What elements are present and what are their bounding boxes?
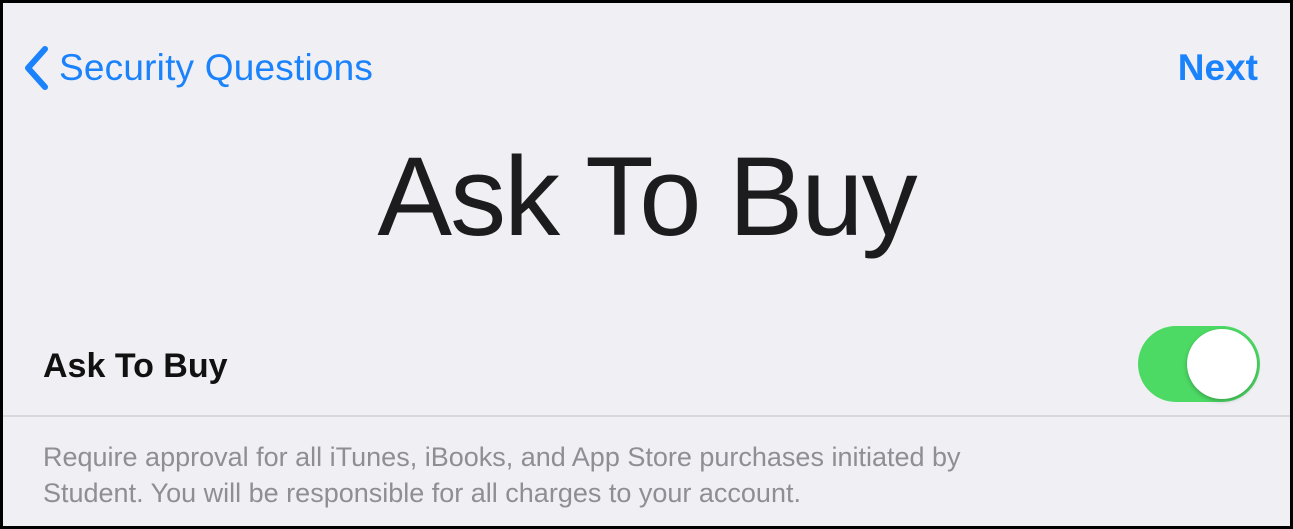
screen: Security Questions Next Ask To Buy Ask T… (0, 0, 1293, 529)
ask-to-buy-cell: Ask To Buy (3, 321, 1290, 413)
footer-line-2: Student. You will be responsible for all… (43, 478, 801, 508)
next-button[interactable]: Next (1178, 47, 1258, 89)
toggle-knob (1187, 329, 1257, 399)
chevron-left-icon (23, 45, 49, 91)
separator (3, 415, 1290, 417)
ask-to-buy-label: Ask To Buy (43, 347, 228, 385)
footer-description: Require approval for all iTunes, iBooks,… (43, 439, 1243, 511)
back-button-label: Security Questions (59, 47, 374, 88)
page-title: Ask To Buy (377, 134, 917, 259)
ask-to-buy-toggle[interactable] (1138, 326, 1260, 402)
navigation-bar: Security Questions Next (3, 3, 1290, 133)
footer-line-1: Require approval for all iTunes, iBooks,… (43, 442, 961, 472)
back-button[interactable]: Security Questions (23, 45, 373, 91)
